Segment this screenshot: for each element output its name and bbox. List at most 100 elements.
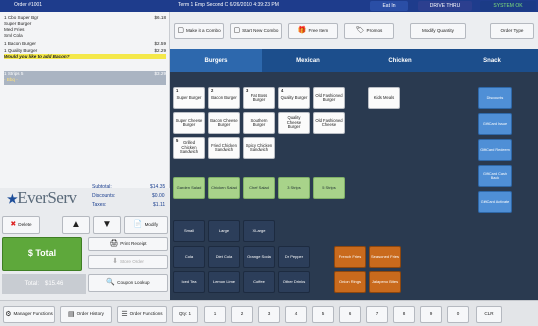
tab-burgers[interactable]: Burgers xyxy=(170,49,262,72)
order-line[interactable]: Sml Cola xyxy=(4,33,166,38)
history-icon: ▤ xyxy=(68,310,75,318)
menu-item-seasoned-fries[interactable]: Seasoned Fries xyxy=(369,246,401,268)
menu-item-french-fries[interactable]: French Fries xyxy=(334,246,366,268)
menu-grid: 1 Super Burger 2 Bacon Burger 3 Fat Boss Bu… xyxy=(170,72,538,300)
keypad-9[interactable]: 9 xyxy=(420,306,442,323)
free-item-button[interactable]: 🎁 Free Item xyxy=(288,23,338,39)
order-line[interactable]: 1 Quality Burger $2.29 xyxy=(4,48,166,53)
order-number: Order #1001 xyxy=(14,2,43,8)
start-new-combo-button[interactable]: ▢ Start New Combo xyxy=(230,23,282,39)
gift-icon: 🎁 xyxy=(297,27,307,35)
tab-chicken[interactable]: Chicken xyxy=(354,49,446,72)
arrow-down-icon: ▼ xyxy=(102,218,112,230)
keypad-2[interactable]: 2 xyxy=(231,306,253,323)
menu-item-lemon-lime[interactable]: Lemon Lime xyxy=(208,271,240,293)
order-history-button[interactable]: ▤ Order History xyxy=(60,306,112,323)
functions-icon: ☰ xyxy=(121,310,128,318)
menu-item-quality-burger[interactable]: 4 Quality Burger xyxy=(278,87,310,109)
keypad-1[interactable]: 1 xyxy=(204,306,226,323)
eat-in-button[interactable]: Eat In xyxy=(370,1,408,11)
keypad-7[interactable]: 7 xyxy=(366,306,388,323)
tag-icon: 🏷 xyxy=(355,27,365,35)
menu-item-orange-soda[interactable]: Orange Soda xyxy=(243,246,275,268)
menu-item-5-strips[interactable]: 5 Strips xyxy=(313,177,345,199)
menu-item-diet-cola[interactable]: Diet Cola xyxy=(208,246,240,268)
menu-item-old-fashioned-cheese[interactable]: Old Fashioned Cheese xyxy=(313,112,345,134)
menu-item-bacon-cheese[interactable]: Bacon Cheese Burger xyxy=(208,112,240,134)
giftcard-issue-button[interactable]: GiftCard Issue xyxy=(478,113,512,135)
keypad-6[interactable]: 6 xyxy=(339,306,361,323)
document-icon: 📄 xyxy=(133,221,143,229)
bottom-bar: ⚙ Manager Functions ▤ Order History ☰ Order… xyxy=(0,300,538,326)
delete-x-icon: ✖ xyxy=(10,221,17,229)
order-line[interactable]: Super Burger xyxy=(4,21,166,26)
menu-item-dr-pepper[interactable]: Dr Pepper xyxy=(278,246,310,268)
manager-icon: ⚙ xyxy=(5,310,12,318)
order-line[interactable]: Med Fries xyxy=(4,27,166,32)
menu-item-fried-chicken[interactable]: Fried Chicken Sandwich xyxy=(208,137,240,159)
menu-item-southern-burger[interactable]: Southern Burger xyxy=(243,112,275,134)
keypad-8[interactable]: 8 xyxy=(393,306,415,323)
menu-item-chef-salad[interactable]: Chef Salad xyxy=(243,177,275,199)
menu-item-spicy-chicken[interactable]: Spicy Chicken Sandwich xyxy=(243,137,275,159)
tab-mexican[interactable]: Mexican xyxy=(262,49,354,72)
drive-thru-button[interactable]: DRIVE THRU xyxy=(418,1,472,11)
modify-button[interactable]: 📄 Modify xyxy=(124,216,168,234)
discounts-button[interactable]: Discounts xyxy=(478,87,512,109)
download-icon: ⬇ xyxy=(112,258,118,266)
menu-item-super-cheese[interactable]: Super Cheese Burger xyxy=(173,112,205,134)
coupon-lookup-button[interactable]: 🔍 Coupon Lookup xyxy=(88,274,168,292)
menu-item-3-strips[interactable]: 3 Strips xyxy=(278,177,310,199)
order-line[interactable]: 1 Bacon Burger $2.59 xyxy=(4,41,166,46)
total-button[interactable]: $ Total xyxy=(2,237,82,271)
manager-functions-button[interactable]: ⚙ Manager Functions xyxy=(3,306,55,323)
scroll-down-button[interactable]: ▼ xyxy=(93,216,121,234)
store-order-button[interactable]: ⬇ Store Order xyxy=(88,255,168,269)
menu-item-chicken-salad[interactable]: Chicken Salad xyxy=(208,177,240,199)
combo-icon: ▢ xyxy=(177,27,184,35)
menu-item-iced-tea[interactable]: Iced Tea xyxy=(173,271,205,293)
combo-icon: ▢ xyxy=(233,27,241,35)
menu-item-old-fashioned-burger[interactable]: Old Fashioned Burger xyxy=(313,87,345,109)
size-small[interactable]: Small xyxy=(173,220,205,242)
menu-item-jalapeno-bites[interactable]: Jalapeno Bites xyxy=(369,271,401,293)
promos-button[interactable]: 🏷 Promos xyxy=(344,23,394,39)
order-line-selected[interactable]: 1 Strips 5 $3.29 - Bbq - xyxy=(4,71,166,85)
menu-item-garden-salad[interactable]: Garden Salad xyxy=(173,177,205,199)
menu-item-grilled-chicken[interactable]: 5 Grilled Chicken Sandwich xyxy=(173,137,205,159)
discounts-label: Discounts: xyxy=(92,193,116,199)
order-prompt: Would you like to add Bacon? xyxy=(4,54,166,59)
order-list-panel[interactable]: 1 Cbo Super Bgr $6.18 Super Burger Med Fr… xyxy=(0,12,170,188)
keypad-4[interactable]: 4 xyxy=(285,306,307,323)
clear-button[interactable]: CLR xyxy=(476,306,502,323)
top-status-bar: Order #1001 Term 1 Emp Second C 6/26/201… xyxy=(0,0,538,12)
keypad-5[interactable]: 5 xyxy=(312,306,334,323)
order-type-button[interactable]: Order Type xyxy=(490,23,534,39)
modify-quantity-button[interactable]: Modify Quantity xyxy=(410,23,466,39)
menu-item-kids-meals[interactable]: Kids Meals xyxy=(368,87,400,109)
menu-item-fat-boss-burger[interactable]: 3 Fat Boss Burger xyxy=(243,87,275,109)
print-receipt-button[interactable]: 🖨 Print Receipt xyxy=(88,237,168,251)
system-ok-status: SYSTEM OK xyxy=(480,1,536,11)
order-functions-button[interactable]: ☰ Order Functions xyxy=(117,306,167,323)
menu-item-bacon-burger[interactable]: 2 Bacon Burger xyxy=(208,87,240,109)
tab-snack[interactable]: Snack xyxy=(446,49,538,72)
make-combo-button[interactable]: ▢ Make it a Combo xyxy=(174,23,224,39)
menu-item-cola[interactable]: Cola xyxy=(173,246,205,268)
keypad-0[interactable]: 0 xyxy=(447,306,469,323)
size-xlarge[interactable]: XLarge xyxy=(243,220,275,242)
keypad-3[interactable]: 3 xyxy=(258,306,280,323)
delete-button[interactable]: ✖ Delete xyxy=(2,216,40,234)
scroll-up-button[interactable]: ▲ xyxy=(62,216,90,234)
menu-item-other-drinks[interactable]: Other Drinks xyxy=(278,271,310,293)
giftcard-activate-button[interactable]: GiftCard Activate xyxy=(478,191,512,213)
menu-item-coffee[interactable]: Coffee xyxy=(243,271,275,293)
menu-item-quality-cheese[interactable]: Quality Cheese Burger xyxy=(278,112,310,134)
size-large[interactable]: Large xyxy=(208,220,240,242)
giftcard-cash-back-button[interactable]: GiftCard Cash Back xyxy=(478,165,512,187)
order-line[interactable]: 1 Cbo Super Bgr $6.18 xyxy=(4,15,166,20)
arrow-up-icon: ▲ xyxy=(71,218,81,230)
menu-item-onion-rings[interactable]: Onion Rings xyxy=(334,271,366,293)
giftcard-redeem-button[interactable]: GiftCard Redeem xyxy=(478,139,512,161)
menu-item-super-burger[interactable]: 1 Super Burger xyxy=(173,87,205,109)
